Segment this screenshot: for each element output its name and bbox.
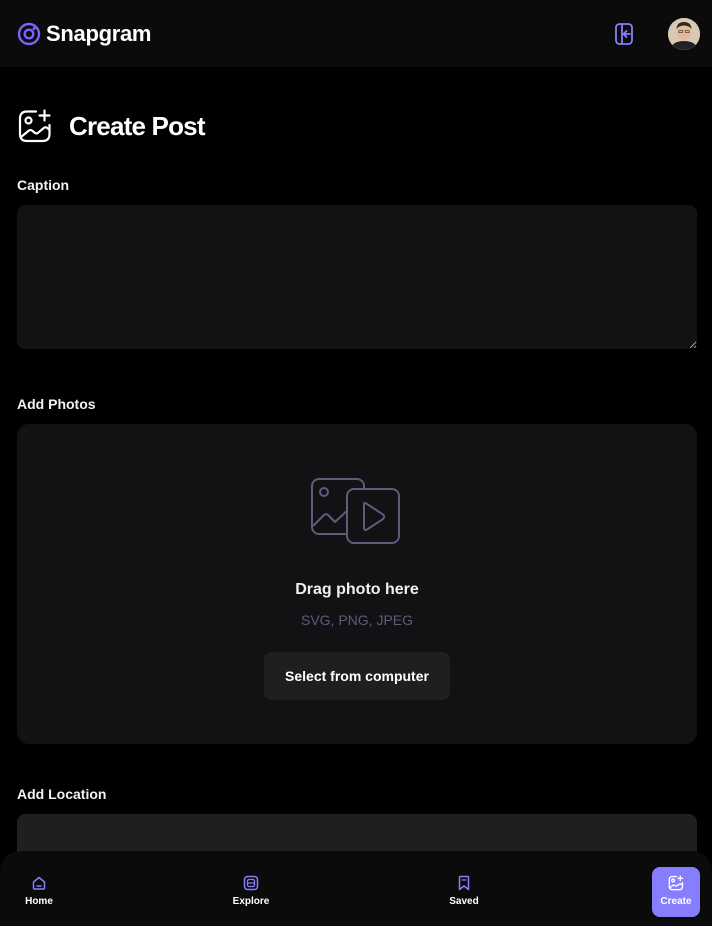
gallery-add-icon (18, 109, 51, 143)
logout-icon[interactable] (613, 22, 635, 46)
nav-saved[interactable]: Saved (440, 867, 488, 917)
select-from-computer-button[interactable]: Select from computer (264, 652, 450, 700)
create-post-form: Create Post Caption Add Photos Drag phot… (17, 67, 697, 874)
photo-dropzone[interactable]: Drag photo here SVG, PNG, JPEG Select fr… (17, 424, 697, 744)
top-bar: Snapgram (0, 0, 712, 67)
add-location-label: Add Location (17, 786, 107, 802)
nav-explore-label: Explore (232, 896, 270, 907)
page-title: Create Post (69, 110, 206, 141)
nav-explore[interactable]: Explore (227, 867, 275, 917)
page-header: Create Post (17, 107, 697, 145)
gallery-add-icon (668, 875, 684, 891)
app-name: Snapgram (46, 20, 152, 46)
file-upload-icon (311, 478, 400, 544)
bookmark-icon (458, 875, 470, 891)
app-logo[interactable]: Snapgram (17, 21, 151, 47)
profile-avatar[interactable] (668, 17, 700, 50)
caption-label: Caption (17, 177, 70, 193)
logo-icon (17, 22, 41, 45)
home-icon (32, 876, 46, 890)
nav-create[interactable]: Create (652, 867, 700, 917)
drag-photo-text: Drag photo here (295, 581, 419, 598)
add-photos-label: Add Photos (17, 396, 96, 412)
nav-home-label: Home (25, 896, 53, 907)
caption-textarea[interactable] (17, 205, 697, 349)
nav-create-label: Create (660, 896, 692, 907)
explore-icon (243, 875, 259, 891)
nav-saved-label: Saved (449, 896, 479, 907)
file-formats-text: SVG, PNG, JPEG (300, 612, 414, 628)
avatar-image (668, 17, 700, 50)
nav-home[interactable]: Home (15, 867, 63, 917)
bottom-nav: Home Explore Saved Create (0, 851, 712, 926)
